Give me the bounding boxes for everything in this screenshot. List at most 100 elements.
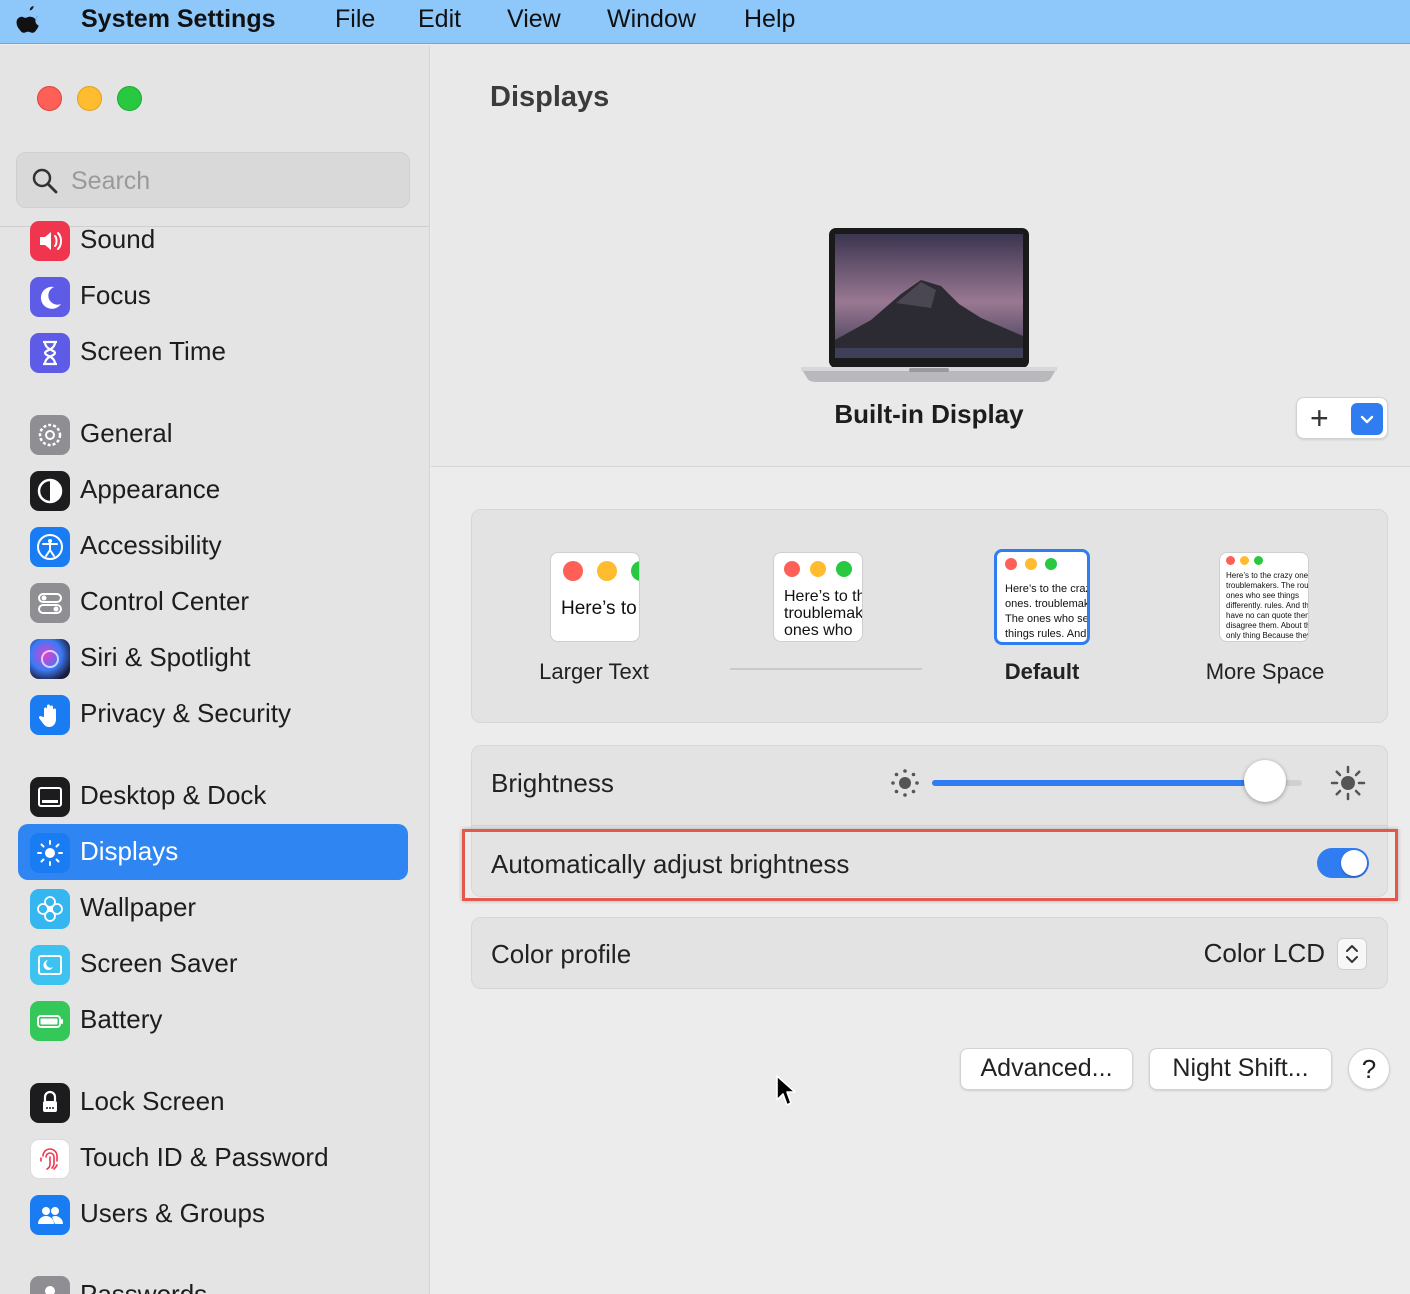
window-dots-icon — [1005, 558, 1057, 578]
sidebar-item-focus[interactable]: Focus — [18, 268, 408, 324]
menu-bar: System Settings File Edit View Window He… — [0, 0, 1410, 44]
sidebar-item-battery[interactable]: Battery — [18, 992, 408, 1048]
sidebar-item-sound[interactable]: Sound — [18, 212, 408, 268]
speaker-icon — [30, 221, 70, 261]
minimize-window-button[interactable] — [77, 86, 102, 111]
sidebar-item-accessibility[interactable]: Accessibility — [18, 518, 408, 574]
sidebar-item-label: Siri & Spotlight — [80, 642, 251, 672]
hourglass-icon — [30, 333, 70, 373]
sun-icon — [30, 833, 70, 873]
close-window-button[interactable] — [37, 86, 62, 111]
screensaver-icon — [30, 945, 70, 985]
brightness-slider-fill — [932, 780, 1265, 786]
night-shift-button[interactable]: Night Shift... — [1149, 1048, 1332, 1090]
zoom-window-button[interactable] — [117, 86, 142, 111]
sidebar-item-label: Wallpaper — [80, 892, 197, 922]
brightness-slider-knob[interactable] — [1244, 760, 1286, 802]
brightness-label: Brightness — [491, 768, 614, 798]
sidebar-item-label: Users & Groups — [80, 1198, 265, 1228]
sun-small-icon — [891, 769, 919, 797]
sidebar-item-label: Control Center — [80, 586, 250, 616]
appearance-icon — [30, 471, 70, 511]
battery-icon — [30, 1001, 70, 1041]
color-profile-popup-button[interactable] — [1337, 938, 1367, 970]
hand-icon — [30, 695, 70, 735]
resolution-preview-text: Here’s to the crazy ones troublemakers — [561, 598, 639, 619]
sidebar-item-label: Passwords — [80, 1279, 208, 1294]
sidebar-item-label: Focus — [80, 280, 151, 310]
sidebar-item-screen-time[interactable]: Screen Time — [18, 324, 408, 380]
sidebar-item-privacy-security[interactable]: Privacy & Security — [18, 686, 408, 742]
resolution-label: Default — [1004, 659, 1080, 684]
search-field[interactable]: Search — [16, 152, 410, 208]
resolution-preview-text: Here’s to the troublemakers ones who — [784, 588, 863, 639]
color-profile-value[interactable]: Color LCD — [1204, 938, 1325, 969]
chevron-down-icon[interactable] — [1351, 403, 1383, 435]
sidebar-item-general[interactable]: General — [18, 406, 408, 462]
sidebar-item-users-groups[interactable]: Users & Groups — [18, 1186, 408, 1242]
sidebar-item-control-center[interactable]: Control Center — [18, 574, 408, 630]
search-icon — [32, 168, 58, 194]
sidebar-item-label: Touch ID & Password — [80, 1142, 329, 1172]
sidebar-item-label: General — [80, 418, 173, 448]
sidebar-item-displays[interactable]: Displays — [18, 824, 408, 880]
sidebar-item-desktop-dock[interactable]: Desktop & Dock — [18, 768, 408, 824]
sidebar-item-label: Battery — [80, 1004, 163, 1034]
resolution-label: More Space — [1205, 659, 1325, 684]
brightness-row: Brightness — [471, 745, 1388, 825]
menu-file[interactable]: File — [335, 5, 375, 34]
window-dots-icon — [563, 561, 639, 581]
sidebar-item-label: Desktop & Dock — [80, 780, 267, 810]
sidebar-item-siri-spotlight[interactable]: Siri & Spotlight — [18, 630, 408, 686]
resolution-preview-text: Here’s to the crazy ones. troublemakers.… — [1226, 571, 1309, 640]
menu-window[interactable]: Window — [607, 5, 696, 34]
display-header: Displays Built-in Display + — [431, 45, 1410, 467]
updown-chevron-icon — [1346, 945, 1358, 963]
accessibility-icon — [30, 527, 70, 567]
mouse-cursor-icon — [776, 1075, 796, 1106]
siri-icon — [30, 639, 70, 679]
color-profile-row: Color profile Color LCD — [471, 917, 1388, 989]
sidebar-item-label: Displays — [80, 836, 179, 866]
app-name-menu[interactable]: System Settings — [81, 5, 276, 34]
sidebar: Search Sound Focus Screen Time General A… — [0, 45, 430, 1294]
menu-view[interactable]: View — [507, 5, 561, 34]
resolution-selector: Here’s to the crazy ones troublemakers L… — [471, 509, 1388, 723]
settings-window: Search Sound Focus Screen Time General A… — [0, 45, 1410, 1294]
gear-icon — [30, 415, 70, 455]
display-name: Built-in Display — [834, 399, 1024, 429]
sun-large-icon — [1330, 765, 1366, 801]
help-button[interactable]: ? — [1348, 1048, 1390, 1090]
resolution-option-default[interactable]: Here’s to the crazy ones. troublemakers.… — [994, 549, 1090, 645]
apple-logo-icon[interactable] — [13, 4, 43, 38]
sidebar-item-appearance[interactable]: Appearance — [18, 462, 408, 518]
sidebar-item-touch-id-password[interactable]: Touch ID & Password — [18, 1130, 408, 1186]
menu-edit[interactable]: Edit — [418, 5, 461, 34]
users-icon — [30, 1195, 70, 1235]
window-dots-icon — [784, 561, 852, 581]
sidebar-item-label: Appearance — [80, 474, 221, 504]
laptop-image[interactable] — [801, 228, 1057, 384]
fingerprint-icon — [30, 1139, 70, 1179]
toggles-icon — [30, 583, 70, 623]
highlight-box — [462, 829, 1398, 901]
resolution-slider-line — [730, 668, 922, 670]
sidebar-item-label: Screen Time — [80, 336, 226, 366]
resolution-option-2[interactable]: Here’s to the troublemakers ones who — [773, 552, 863, 642]
sidebar-item-passwords[interactable]: Passwords — [18, 1267, 408, 1294]
resolution-option-larger-text[interactable]: Here’s to the crazy ones troublemakers — [550, 552, 640, 642]
menu-help[interactable]: Help — [744, 5, 795, 34]
main-pane: Displays Built-in Display + Here’s to La… — [431, 45, 1410, 1294]
flower-icon — [30, 889, 70, 929]
sidebar-item-label: Sound — [80, 224, 156, 254]
add-display-button[interactable]: + — [1296, 397, 1388, 439]
resolution-label: Larger Text — [539, 659, 649, 684]
key-icon — [30, 1276, 70, 1294]
sidebar-item-wallpaper[interactable]: Wallpaper — [18, 880, 408, 936]
sidebar-item-screen-saver[interactable]: Screen Saver — [18, 936, 408, 992]
dock-icon — [30, 777, 70, 817]
resolution-option-more-space[interactable]: Here’s to the crazy ones. troublemakers.… — [1219, 552, 1309, 642]
advanced-button[interactable]: Advanced... — [960, 1048, 1133, 1090]
sidebar-item-label: Accessibility — [80, 530, 222, 560]
sidebar-item-lock-screen[interactable]: Lock Screen — [18, 1074, 408, 1130]
